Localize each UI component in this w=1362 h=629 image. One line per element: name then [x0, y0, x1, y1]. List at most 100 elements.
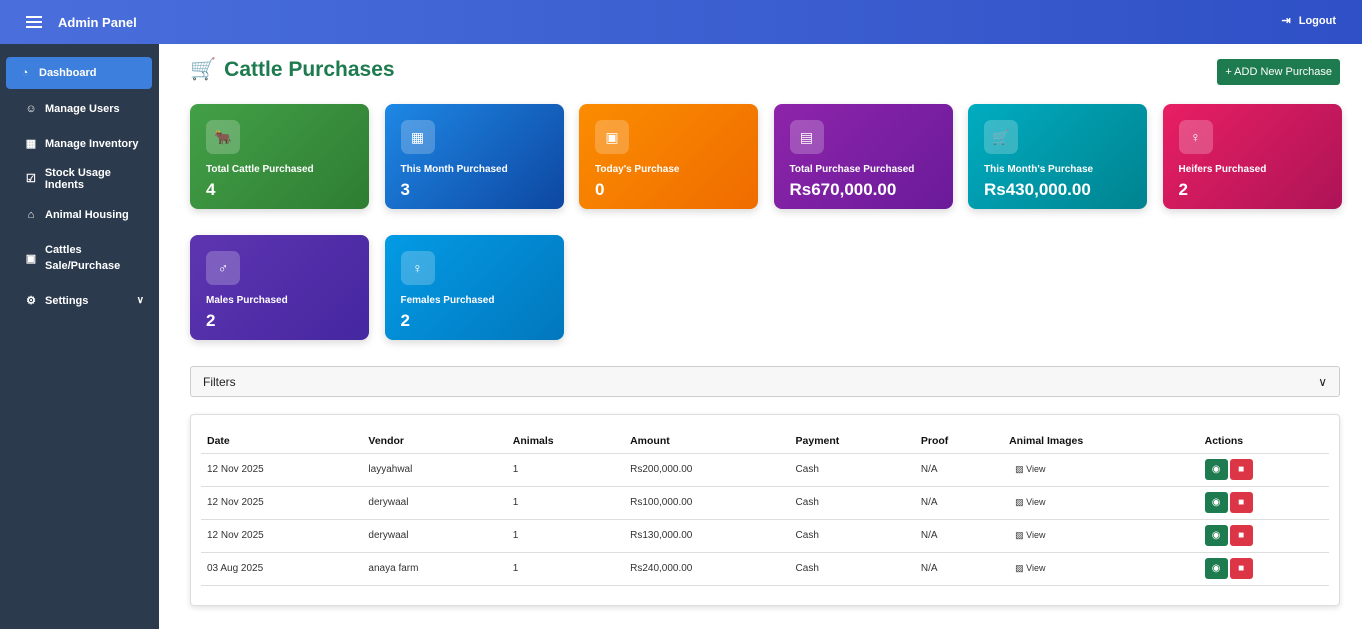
page-title-text: Cattle Purchases — [224, 58, 395, 81]
sidebar-item-label: Settings — [45, 294, 89, 307]
view-button[interactable]: ◉ — [1204, 525, 1228, 546]
sidebar: ◔ Dashboard ☺ Manage Users ▦ Manage Invento… — [0, 44, 159, 629]
table-cell: N/A — [914, 486, 1004, 520]
stat-value: 3 — [400, 180, 410, 199]
column-header: Actions — [1198, 429, 1329, 454]
trash-icon: ■ — [1238, 497, 1245, 508]
clipboard-check-icon: ☑ — [25, 173, 36, 185]
filters-toggle[interactable]: Filters ∨ — [190, 366, 1340, 397]
stat-value: 2 — [400, 311, 410, 330]
view-images-link[interactable]: ▨ View — [1015, 530, 1045, 540]
sidebar-item-cattles-sale-purchase[interactable]: ▣ Cattles Sale/Purchase — [6, 240, 152, 276]
purchases-table: Date Vendor Animals Amount Payment Proof Anima… — [201, 429, 1329, 586]
sign-out-icon: ⇥ — [1281, 15, 1291, 27]
table-row: 03 Aug 2025 anaya farm 1 Rs240,000.00 Cash N/… — [201, 552, 1329, 586]
logout-button[interactable]: ⇥ Logout — [1281, 14, 1336, 28]
stat-card: ♀ Females Purchased 2 — [384, 235, 564, 340]
sidebar-item-label: Manage Users — [45, 102, 120, 115]
stat-value: 2 — [206, 311, 216, 330]
stat-card: ▣ Today's Purchase 0 — [579, 104, 758, 209]
sidebar-item-label: Manage Inventory — [45, 137, 139, 150]
table-cell: derywaal — [362, 486, 507, 520]
gauge-icon: ◔ — [21, 67, 29, 79]
filters-label: Filters — [203, 374, 236, 389]
delete-button[interactable]: ■ — [1229, 558, 1253, 579]
sidebar-item-manage-users[interactable]: ☺ Manage Users — [6, 91, 152, 126]
stat-card: ♂ Males Purchased 2 — [190, 235, 369, 340]
column-header: Animals — [506, 429, 625, 454]
table-cell: Rs100,000.00 — [624, 486, 790, 520]
actions-cell: ◉ ■ — [1198, 453, 1329, 487]
table-cell: Cash — [789, 519, 915, 553]
stat-card: 🐂 Total Cattle Purchased 4 — [190, 104, 369, 209]
stat-card: ♀ Heifers Purchased 2 — [1162, 104, 1342, 209]
view-button[interactable]: ◉ — [1204, 492, 1228, 513]
table-cell: Cash — [789, 453, 915, 487]
column-header: Date — [201, 429, 363, 454]
table-cell: Cash — [789, 486, 915, 520]
table-cell: Cash — [789, 552, 915, 586]
view-images-link[interactable]: ▨ View — [1015, 563, 1045, 573]
view-images-link[interactable]: ▨ View — [1015, 464, 1045, 474]
stat-card: 🛒 This Month's Purchase Rs430,000.00 — [968, 104, 1147, 209]
table-row: 12 Nov 2025 derywaal 1 Rs100,000.00 Cash N/A ▨… — [201, 486, 1329, 520]
table-cell: 1 — [506, 486, 625, 520]
view-label: View — [1026, 563, 1046, 573]
column-header: Payment — [789, 429, 915, 454]
delete-button[interactable]: ■ — [1229, 459, 1253, 480]
table-cell: 12 Nov 2025 — [201, 519, 363, 553]
table-cell: 12 Nov 2025 — [201, 453, 363, 487]
actions-cell: ◉ ■ — [1198, 486, 1329, 520]
venus-icon: ♀ — [1178, 120, 1213, 154]
add-new-purchase-button[interactable]: + ADD New Purchase — [1217, 59, 1340, 85]
table-cell: Rs240,000.00 — [624, 552, 790, 586]
cart-icon: 🛒 — [984, 120, 1018, 154]
eye-icon: ◉ — [1211, 464, 1221, 475]
view-button[interactable]: ◉ — [1204, 558, 1228, 579]
stat-card: ▤ Total Purchase Purchased Rs670,000.00 — [773, 104, 953, 209]
cogs-icon: ⚙ — [26, 295, 36, 307]
animal-images-cell: ▨ View — [1003, 453, 1199, 487]
sidebar-item-dashboard[interactable]: ◔ Dashboard — [6, 57, 152, 89]
trash-icon: ■ — [1238, 563, 1245, 574]
animal-images-cell: ▨ View — [1003, 552, 1199, 586]
column-header: Amount — [624, 429, 790, 454]
stat-label: Females Purchased — [400, 295, 495, 306]
view-images-link[interactable]: ▨ View — [1015, 497, 1045, 507]
view-button[interactable]: ◉ — [1204, 459, 1228, 480]
page-title: 🛒 Cattle Purchases — [190, 58, 395, 82]
images-icon: ▨ — [1015, 497, 1024, 507]
sidebar-item-stock-usage-indents[interactable]: ☑ Stock Usage Indents — [6, 161, 152, 196]
animal-images-cell: ▨ View — [1003, 519, 1199, 553]
column-header: Proof — [914, 429, 1004, 454]
stat-label: Heifers Purchased — [1178, 164, 1267, 175]
actions-cell: ◉ ■ — [1198, 552, 1329, 586]
delete-button[interactable]: ■ — [1229, 525, 1253, 546]
sidebar-item-label: Stock Usage Indents — [44, 166, 111, 191]
table-row: 12 Nov 2025 layyahwal 1 Rs200,000.00 Cash N/A… — [201, 453, 1329, 487]
cart-icon: 🛒 — [190, 58, 217, 81]
table-cell: N/A — [914, 453, 1004, 487]
eye-icon: ◉ — [1211, 530, 1221, 541]
sidebar-item-label: Dashboard — [39, 67, 97, 79]
column-header: Animal Images — [1003, 429, 1199, 454]
home-icon: ⌂ — [27, 208, 35, 221]
table-cell: N/A — [914, 552, 1004, 586]
stat-value: Rs430,000.00 — [984, 180, 1091, 199]
stat-value: 2 — [1178, 180, 1188, 199]
view-label: View — [1026, 497, 1046, 507]
stat-value: Rs670,000.00 — [789, 180, 897, 199]
column-header: Vendor — [362, 429, 507, 454]
users-cog-icon: ☺ — [25, 102, 37, 115]
images-icon: ▨ — [1015, 563, 1024, 573]
menu-toggle-icon[interactable] — [26, 16, 42, 28]
delete-button[interactable]: ■ — [1229, 492, 1253, 513]
sidebar-item-animal-housing[interactable]: ⌂ Animal Housing — [6, 197, 152, 232]
eye-icon: ◉ — [1211, 563, 1221, 574]
main-content: 🛒 Cattle Purchases + ADD New Purchase 🐂 To… — [159, 44, 1362, 629]
view-label: View — [1026, 464, 1046, 474]
money-icon: ▣ — [25, 252, 37, 265]
logout-label: Logout — [1298, 14, 1336, 27]
sidebar-item-manage-inventory[interactable]: ▦ Manage Inventory — [6, 126, 152, 161]
sidebar-item-settings[interactable]: ⚙ Settings ∨ — [6, 283, 152, 318]
